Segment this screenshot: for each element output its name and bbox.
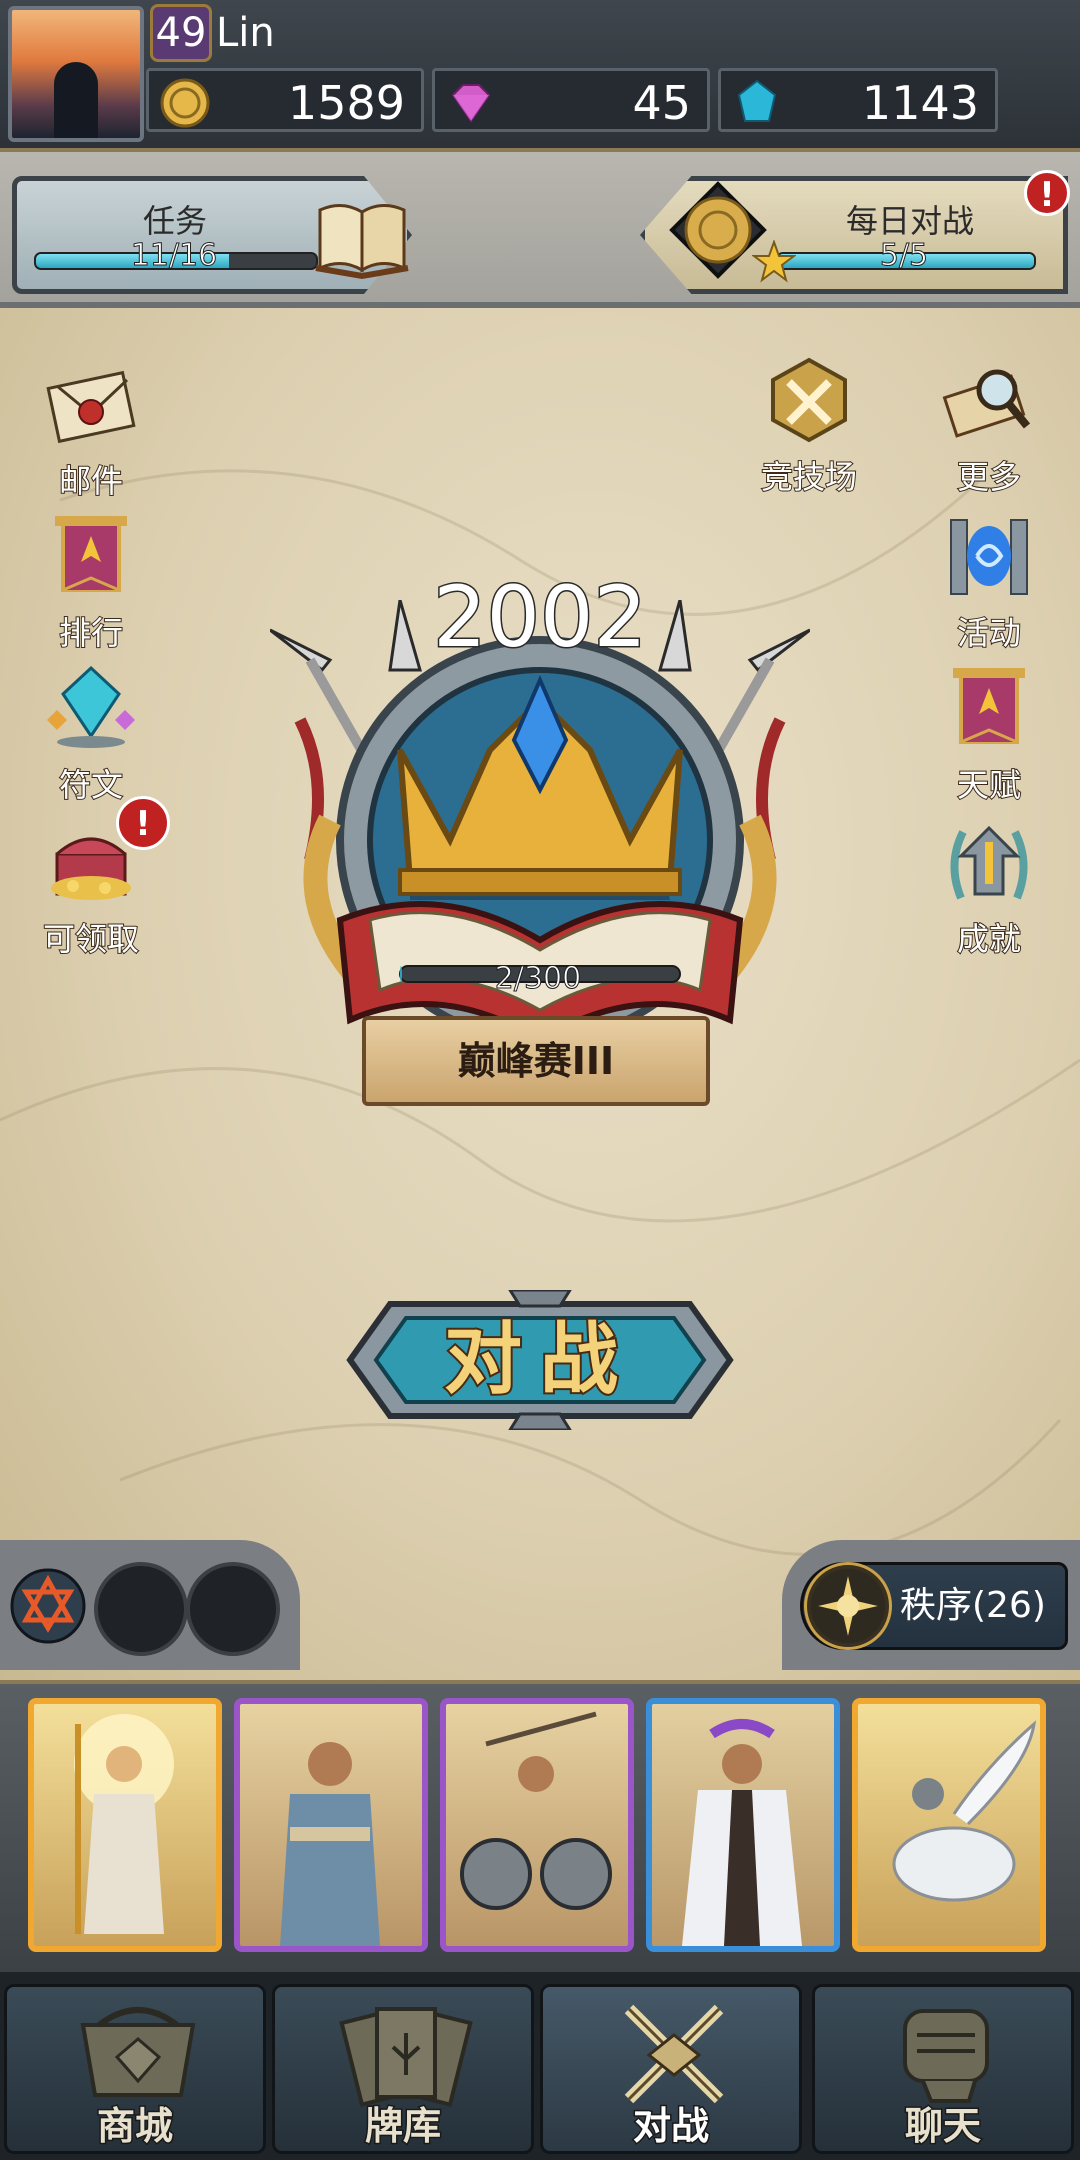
menu-more-label: 更多 <box>956 457 1022 497</box>
nav-tab-shop[interactable]: 商城 <box>4 1984 266 2154</box>
sun-god-card[interactable] <box>28 1698 222 1952</box>
menu-mail[interactable]: 邮件 <box>26 360 156 502</box>
player-level-badge: 49 <box>150 4 212 62</box>
sun-emblem-icon <box>804 1562 892 1650</box>
nav-tab-battle-label: 对战 <box>631 2103 710 2150</box>
menu-talent[interactable]: 天赋 <box>924 664 1054 806</box>
talent-banner-icon <box>953 668 1025 744</box>
rank-progress: 2/300 <box>398 961 678 996</box>
rune-crystal-icon <box>47 665 135 748</box>
menu-mail-label: 邮件 <box>58 461 124 501</box>
nav-tab-battle[interactable]: 对战 <box>540 1984 802 2154</box>
nav-tab-chat-label: 聊天 <box>903 2103 982 2150</box>
nav-tab-shop-label: 商城 <box>95 2103 174 2150</box>
menu-events-label: 活动 <box>956 613 1022 653</box>
menu-talent-label: 天赋 <box>956 765 1022 805</box>
crossed-swords-icon <box>771 357 847 443</box>
menu-claimable-label: 可领取 <box>42 919 140 959</box>
blue-shard-icon <box>737 79 777 122</box>
menu-ranking-label: 排行 <box>58 613 124 653</box>
shard-counter[interactable]: 1143 <box>718 68 998 132</box>
claimable-notification-badge: ! <box>116 796 170 850</box>
shard-amount: 1143 <box>861 76 979 130</box>
rank-score: 2002 <box>432 567 649 668</box>
menu-runes[interactable]: 符文 <box>26 664 156 806</box>
daily-battle-title: 每日对战 <box>845 202 974 240</box>
empty-slot[interactable] <box>186 1562 280 1656</box>
pegasus-rider-card[interactable] <box>852 1698 1046 1952</box>
nav-tab-deck-label: 牌库 <box>363 2103 442 2150</box>
task-progress-text: 11/16 <box>130 238 218 274</box>
daily-progress-text: 5/5 <box>879 238 929 274</box>
gem-amount: 45 <box>632 76 691 130</box>
menu-achievements-label: 成就 <box>956 919 1022 959</box>
achievement-laurel-icon <box>950 825 1028 900</box>
ranking-banner-icon <box>55 516 127 592</box>
gem-icon <box>451 84 491 123</box>
rank-tier-banner: 巅峰赛III <box>362 1016 710 1106</box>
menu-ranking[interactable]: 排行 <box>26 512 156 654</box>
menu-more[interactable]: 更多 <box>924 356 1054 498</box>
faction-label: 秩序(26) <box>900 1585 1046 1626</box>
empty-slot[interactable] <box>94 1562 188 1656</box>
open-book-icon <box>315 204 409 280</box>
warrior-card[interactable] <box>234 1698 428 1952</box>
hex-faction-icon[interactable] <box>8 1566 88 1646</box>
battle-button-label: 对战 <box>442 1313 636 1407</box>
nav-tab-chat[interactable]: 聊天 <box>812 1984 1074 2154</box>
menu-achievements[interactable]: 成就 <box>924 818 1054 960</box>
portal-icon <box>950 519 1028 595</box>
menu-arena[interactable]: 竞技场 <box>744 356 874 498</box>
menu-arena-label: 竞技场 <box>760 457 858 497</box>
nav-tab-deck[interactable]: 牌库 <box>272 1984 534 2154</box>
menu-events[interactable]: 活动 <box>924 512 1054 654</box>
player-name: Lin <box>216 10 275 56</box>
player-avatar[interactable] <box>8 6 144 142</box>
rank-progress-text: 2/300 <box>494 961 582 996</box>
chariot-card[interactable] <box>440 1698 634 1952</box>
magnifier-scroll-icon <box>942 369 1031 438</box>
gold-coin-icon <box>160 78 210 128</box>
task-title: 任务 <box>142 202 207 240</box>
daily-notification-badge: ! <box>1024 170 1070 216</box>
gold-counter[interactable]: 1589 <box>146 68 424 132</box>
gold-amount: 1589 <box>287 76 405 130</box>
priest-card[interactable] <box>646 1698 840 1952</box>
mail-icon <box>46 370 136 444</box>
gem-counter[interactable]: 45 <box>432 68 710 132</box>
